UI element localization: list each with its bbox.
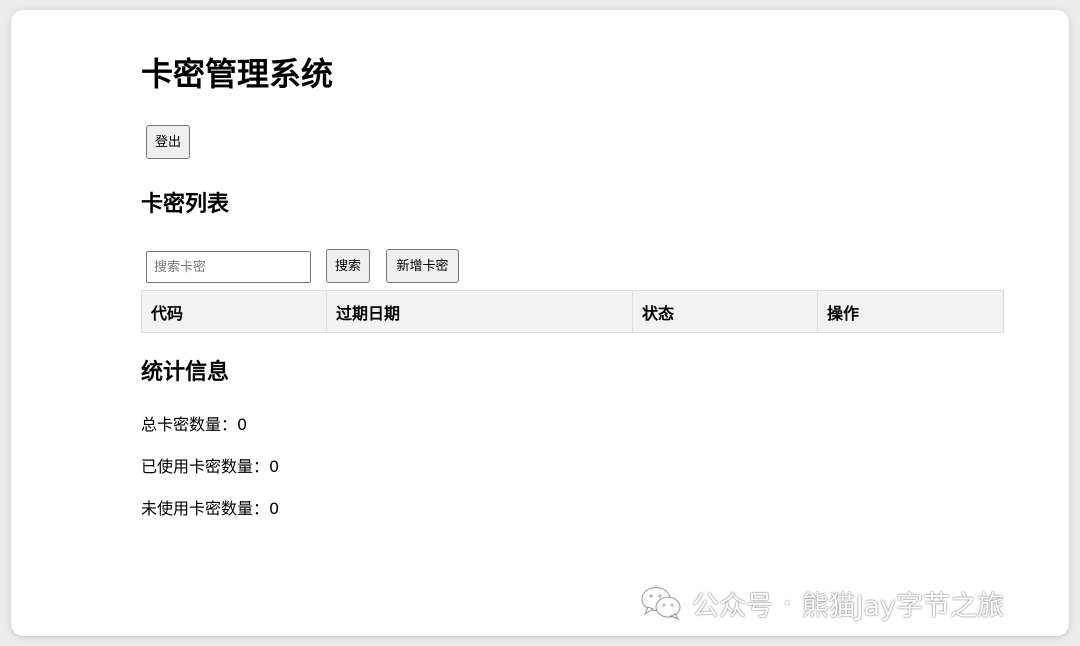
watermark-account: 熊猫Jay字节之旅	[801, 590, 1005, 622]
stats-title: 统计信息	[141, 360, 230, 385]
stat-unused-value: 0	[269, 499, 280, 518]
watermark: 公众号 · 熊猫Jay字节之旅	[640, 585, 1005, 622]
browser-page: 卡密管理系统 登出 卡密列表 搜索 新增卡密 代码 过期日期 状态 操作	[11, 10, 1069, 636]
stat-total-cards: 总卡密数量：0	[141, 415, 247, 435]
column-header-code: 代码	[141, 290, 327, 333]
table-header-row: 代码 过期日期 状态 操作	[141, 290, 1004, 333]
stat-used-label: 已使用卡密数量：	[141, 457, 270, 476]
logout-button[interactable]: 登出	[146, 125, 190, 159]
stat-total-value: 0	[237, 415, 248, 434]
watermark-prefix: 公众号	[692, 590, 773, 622]
stat-used-cards: 已使用卡密数量：0	[141, 457, 279, 477]
search-input[interactable]	[146, 251, 311, 283]
wechat-icon	[641, 587, 681, 621]
column-header-status: 状态	[632, 290, 818, 333]
stat-unused-cards: 未使用卡密数量：0	[141, 499, 279, 519]
watermark-separator: ·	[783, 587, 792, 619]
card-table: 代码 过期日期 状态 操作	[141, 290, 1004, 333]
column-header-actions: 操作	[817, 290, 1004, 333]
stat-used-value: 0	[269, 457, 280, 476]
page-title: 卡密管理系统	[141, 55, 334, 93]
card-list-title: 卡密列表	[141, 192, 230, 217]
stat-unused-label: 未使用卡密数量：	[141, 499, 270, 518]
search-button[interactable]: 搜索	[326, 249, 370, 283]
add-card-button[interactable]: 新增卡密	[386, 249, 459, 283]
column-header-expiry-date: 过期日期	[326, 290, 633, 333]
stat-total-label: 总卡密数量：	[141, 415, 238, 434]
